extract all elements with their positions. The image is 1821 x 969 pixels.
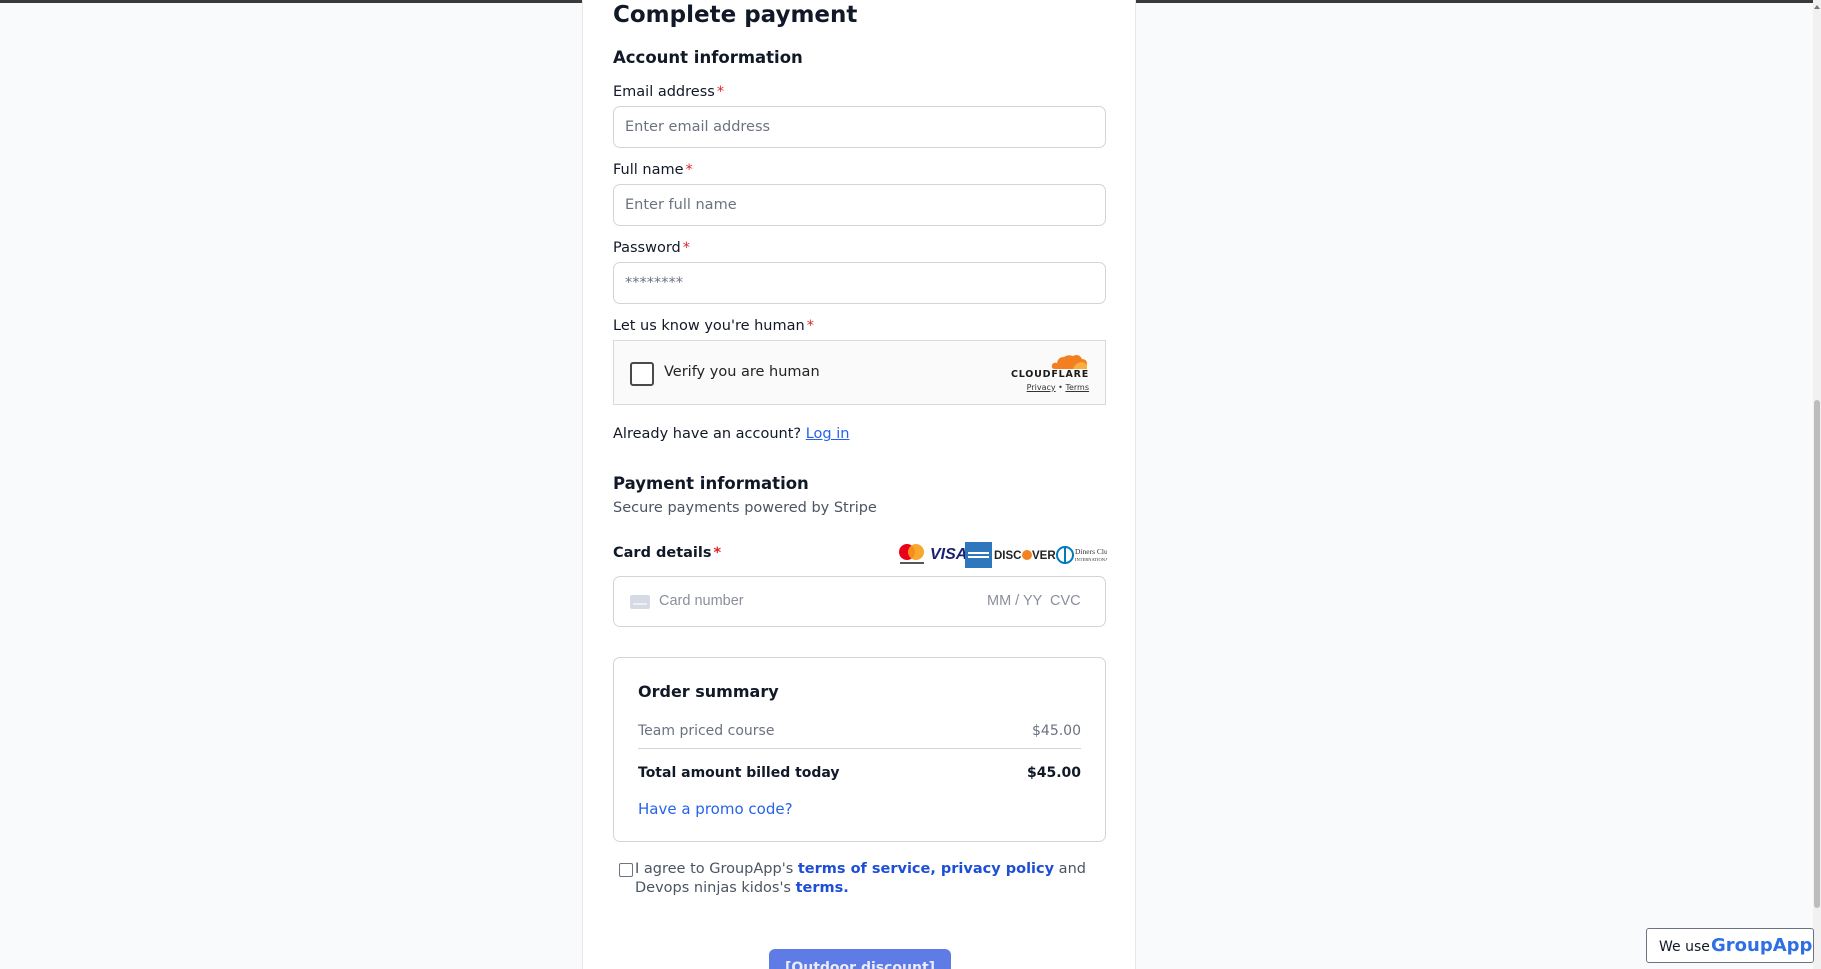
full-name-input[interactable] bbox=[613, 184, 1106, 226]
captcha-privacy-link[interactable]: Privacy bbox=[1027, 383, 1056, 392]
card-icon bbox=[630, 595, 650, 609]
human-check-label-text: Let us know you're human bbox=[613, 318, 805, 334]
diners-club-icon: Diners Club INTERNATIONAL bbox=[1056, 546, 1112, 564]
login-link[interactable]: Log in bbox=[806, 426, 850, 442]
terms-checkbox[interactable] bbox=[619, 863, 633, 877]
card-details-label-text: Card details bbox=[613, 545, 712, 561]
cloudflare-wordmark: CLOUDFLARE bbox=[1011, 369, 1090, 380]
link-separator: • bbox=[1058, 383, 1063, 392]
page-title: Complete payment bbox=[613, 2, 858, 28]
full-name-label: Full name * bbox=[613, 162, 693, 178]
promo-code-link[interactable]: Have a promo code? bbox=[638, 800, 793, 818]
card-cvc-input[interactable]: CVC bbox=[1050, 593, 1081, 609]
svg-text:VISA: VISA bbox=[930, 546, 967, 563]
captcha-widget: Verify you are human CLOUDFLARE Privacy … bbox=[613, 340, 1106, 405]
groupapp-badge[interactable]: We use GroupApp bbox=[1646, 928, 1814, 963]
svg-text:DISC: DISC bbox=[994, 550, 1021, 562]
tos-link[interactable]: terms of service, privacy policy bbox=[798, 861, 1054, 877]
badge-brand: GroupApp bbox=[1711, 935, 1813, 956]
card-brand-logos: VISA DISC VER Diners Club INTERNATIONAL bbox=[897, 541, 1112, 569]
card-number-input[interactable]: Card number bbox=[659, 593, 744, 609]
email-label: Email address * bbox=[613, 84, 724, 100]
badge-prefix: We use bbox=[1659, 939, 1710, 955]
agreement-prefix: I agree to GroupApp's bbox=[635, 861, 798, 877]
login-prompt-text: Already have an account? bbox=[613, 426, 802, 442]
svg-text:VER: VER bbox=[1032, 550, 1056, 562]
scroll-up-arrow-icon[interactable] bbox=[1814, 5, 1820, 9]
order-summary: Order summary Team priced course $45.00 … bbox=[613, 657, 1106, 842]
email-input[interactable] bbox=[613, 106, 1106, 148]
password-input[interactable] bbox=[613, 262, 1106, 304]
captcha-checkbox[interactable] bbox=[630, 362, 654, 386]
cloud-icon bbox=[1051, 355, 1087, 369]
scrollbar-thumb[interactable] bbox=[1814, 400, 1820, 908]
card-details-label: Card details * bbox=[613, 545, 721, 561]
mastercard-icon bbox=[899, 544, 924, 564]
required-asterisk: * bbox=[716, 84, 725, 100]
submit-payment-button[interactable]: [Outdoor discount] bbox=[769, 949, 951, 969]
card-input[interactable]: Card number MM / YY CVC bbox=[613, 576, 1106, 627]
required-asterisk: * bbox=[713, 545, 722, 561]
order-summary-title: Order summary bbox=[638, 682, 779, 701]
total-price: $45.00 bbox=[1026, 765, 1081, 781]
creator-terms-link[interactable]: terms. bbox=[796, 880, 849, 896]
required-asterisk: * bbox=[806, 318, 814, 334]
email-label-text: Email address bbox=[613, 84, 715, 100]
svg-text:INTERNATIONAL: INTERNATIONAL bbox=[1075, 557, 1107, 562]
visa-icon: VISA bbox=[930, 546, 967, 563]
svg-text:Diners Club: Diners Club bbox=[1075, 547, 1107, 556]
line-item-price: $45.00 bbox=[1032, 723, 1081, 739]
terms-agreement: I agree to GroupApp's terms of service, … bbox=[635, 860, 1105, 898]
total-label: Total amount billed today bbox=[638, 765, 840, 781]
card-brands-icon: VISA DISC VER Diners Club INTERNATIONAL bbox=[899, 542, 1112, 568]
full-name-label-text: Full name bbox=[613, 162, 684, 178]
captcha-label: Verify you are human bbox=[664, 364, 820, 380]
card-expiry-input[interactable]: MM / YY bbox=[987, 593, 1042, 609]
human-check-label: Let us know you're human * bbox=[613, 318, 814, 334]
checkout-panel: Complete payment Account information Ema… bbox=[582, 0, 1136, 969]
login-prompt: Already have an account? Log in bbox=[613, 426, 849, 442]
required-asterisk: * bbox=[682, 240, 690, 256]
required-asterisk: * bbox=[685, 162, 693, 178]
password-label-text: Password bbox=[613, 240, 681, 256]
account-heading: Account information bbox=[613, 48, 803, 67]
cloudflare-logo: CLOUDFLARE Privacy • Terms bbox=[1011, 351, 1089, 395]
discover-icon: DISC VER bbox=[994, 550, 1056, 562]
payment-subheading: Secure payments powered by Stripe bbox=[613, 500, 877, 516]
password-label: Password * bbox=[613, 240, 690, 256]
amex-icon bbox=[965, 542, 992, 568]
payment-heading: Payment information bbox=[613, 474, 809, 493]
captcha-links: Privacy • Terms bbox=[1027, 383, 1089, 392]
line-item-name: Team priced course bbox=[638, 723, 775, 739]
summary-divider bbox=[638, 748, 1081, 749]
captcha-terms-link[interactable]: Terms bbox=[1065, 383, 1089, 392]
